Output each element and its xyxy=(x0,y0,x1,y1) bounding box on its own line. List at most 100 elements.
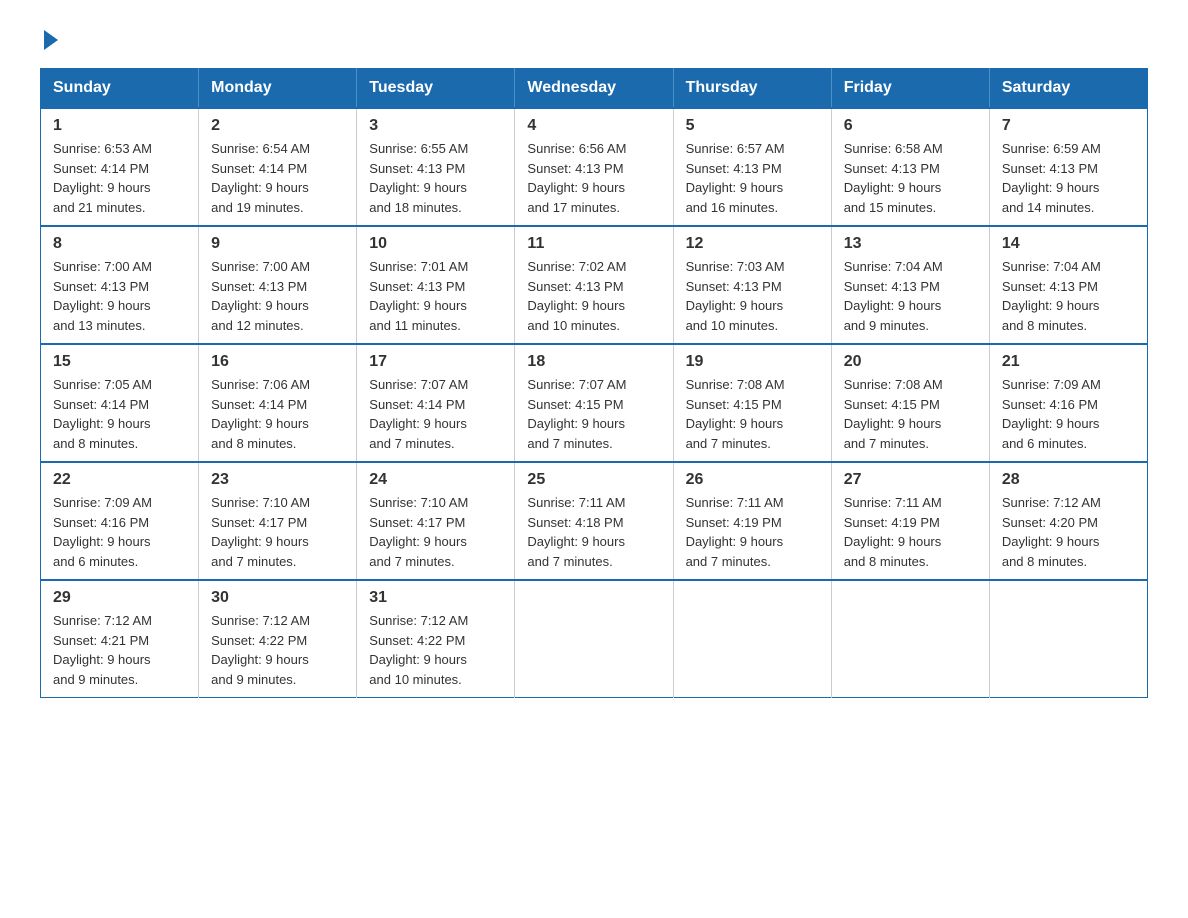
calendar-day-cell: 4 Sunrise: 6:56 AM Sunset: 4:13 PM Dayli… xyxy=(515,108,673,226)
weekday-header-wednesday: Wednesday xyxy=(515,69,673,109)
day-number: 6 xyxy=(844,117,977,135)
calendar-week-row: 22 Sunrise: 7:09 AM Sunset: 4:16 PM Dayl… xyxy=(41,462,1148,580)
calendar-day-cell: 30 Sunrise: 7:12 AM Sunset: 4:22 PM Dayl… xyxy=(199,580,357,698)
day-info: Sunrise: 7:12 AM Sunset: 4:20 PM Dayligh… xyxy=(1002,493,1135,571)
day-number: 15 xyxy=(53,353,186,371)
calendar-day-cell: 24 Sunrise: 7:10 AM Sunset: 4:17 PM Dayl… xyxy=(357,462,515,580)
calendar-day-cell: 10 Sunrise: 7:01 AM Sunset: 4:13 PM Dayl… xyxy=(357,226,515,344)
day-info: Sunrise: 7:10 AM Sunset: 4:17 PM Dayligh… xyxy=(211,493,344,571)
day-info: Sunrise: 6:54 AM Sunset: 4:14 PM Dayligh… xyxy=(211,139,344,217)
calendar-day-cell: 29 Sunrise: 7:12 AM Sunset: 4:21 PM Dayl… xyxy=(41,580,199,698)
day-number: 2 xyxy=(211,117,344,135)
calendar-day-cell xyxy=(989,580,1147,698)
day-number: 9 xyxy=(211,235,344,253)
day-number: 26 xyxy=(686,471,819,489)
calendar-day-cell: 1 Sunrise: 6:53 AM Sunset: 4:14 PM Dayli… xyxy=(41,108,199,226)
day-info: Sunrise: 6:53 AM Sunset: 4:14 PM Dayligh… xyxy=(53,139,186,217)
day-number: 1 xyxy=(53,117,186,135)
day-number: 22 xyxy=(53,471,186,489)
calendar-day-cell: 26 Sunrise: 7:11 AM Sunset: 4:19 PM Dayl… xyxy=(673,462,831,580)
day-number: 27 xyxy=(844,471,977,489)
calendar-day-cell: 7 Sunrise: 6:59 AM Sunset: 4:13 PM Dayli… xyxy=(989,108,1147,226)
calendar-day-cell: 31 Sunrise: 7:12 AM Sunset: 4:22 PM Dayl… xyxy=(357,580,515,698)
day-number: 13 xyxy=(844,235,977,253)
day-number: 17 xyxy=(369,353,502,371)
day-number: 21 xyxy=(1002,353,1135,371)
day-number: 14 xyxy=(1002,235,1135,253)
calendar-header: SundayMondayTuesdayWednesdayThursdayFrid… xyxy=(41,69,1148,109)
calendar-day-cell: 9 Sunrise: 7:00 AM Sunset: 4:13 PM Dayli… xyxy=(199,226,357,344)
weekday-header-saturday: Saturday xyxy=(989,69,1147,109)
calendar-day-cell: 11 Sunrise: 7:02 AM Sunset: 4:13 PM Dayl… xyxy=(515,226,673,344)
day-number: 31 xyxy=(369,589,502,607)
weekday-header-monday: Monday xyxy=(199,69,357,109)
day-info: Sunrise: 7:11 AM Sunset: 4:19 PM Dayligh… xyxy=(686,493,819,571)
day-number: 7 xyxy=(1002,117,1135,135)
day-info: Sunrise: 7:07 AM Sunset: 4:14 PM Dayligh… xyxy=(369,375,502,453)
calendar-day-cell: 15 Sunrise: 7:05 AM Sunset: 4:14 PM Dayl… xyxy=(41,344,199,462)
day-number: 20 xyxy=(844,353,977,371)
calendar-day-cell: 17 Sunrise: 7:07 AM Sunset: 4:14 PM Dayl… xyxy=(357,344,515,462)
day-number: 8 xyxy=(53,235,186,253)
day-info: Sunrise: 7:07 AM Sunset: 4:15 PM Dayligh… xyxy=(527,375,660,453)
weekday-header-row: SundayMondayTuesdayWednesdayThursdayFrid… xyxy=(41,69,1148,109)
calendar-day-cell: 22 Sunrise: 7:09 AM Sunset: 4:16 PM Dayl… xyxy=(41,462,199,580)
day-info: Sunrise: 6:55 AM Sunset: 4:13 PM Dayligh… xyxy=(369,139,502,217)
day-number: 23 xyxy=(211,471,344,489)
day-info: Sunrise: 6:58 AM Sunset: 4:13 PM Dayligh… xyxy=(844,139,977,217)
calendar-week-row: 1 Sunrise: 6:53 AM Sunset: 4:14 PM Dayli… xyxy=(41,108,1148,226)
day-info: Sunrise: 7:04 AM Sunset: 4:13 PM Dayligh… xyxy=(844,257,977,335)
day-number: 12 xyxy=(686,235,819,253)
calendar-day-cell: 14 Sunrise: 7:04 AM Sunset: 4:13 PM Dayl… xyxy=(989,226,1147,344)
day-info: Sunrise: 7:10 AM Sunset: 4:17 PM Dayligh… xyxy=(369,493,502,571)
calendar-week-row: 29 Sunrise: 7:12 AM Sunset: 4:21 PM Dayl… xyxy=(41,580,1148,698)
calendar-week-row: 8 Sunrise: 7:00 AM Sunset: 4:13 PM Dayli… xyxy=(41,226,1148,344)
calendar-table: SundayMondayTuesdayWednesdayThursdayFrid… xyxy=(40,68,1148,698)
day-info: Sunrise: 6:56 AM Sunset: 4:13 PM Dayligh… xyxy=(527,139,660,217)
calendar-day-cell: 20 Sunrise: 7:08 AM Sunset: 4:15 PM Dayl… xyxy=(831,344,989,462)
calendar-day-cell: 8 Sunrise: 7:00 AM Sunset: 4:13 PM Dayli… xyxy=(41,226,199,344)
day-info: Sunrise: 7:03 AM Sunset: 4:13 PM Dayligh… xyxy=(686,257,819,335)
day-number: 18 xyxy=(527,353,660,371)
day-number: 16 xyxy=(211,353,344,371)
calendar-day-cell: 16 Sunrise: 7:06 AM Sunset: 4:14 PM Dayl… xyxy=(199,344,357,462)
calendar-day-cell: 18 Sunrise: 7:07 AM Sunset: 4:15 PM Dayl… xyxy=(515,344,673,462)
day-number: 5 xyxy=(686,117,819,135)
day-number: 10 xyxy=(369,235,502,253)
day-info: Sunrise: 7:09 AM Sunset: 4:16 PM Dayligh… xyxy=(1002,375,1135,453)
logo xyxy=(40,30,58,48)
calendar-day-cell: 23 Sunrise: 7:10 AM Sunset: 4:17 PM Dayl… xyxy=(199,462,357,580)
calendar-body: 1 Sunrise: 6:53 AM Sunset: 4:14 PM Dayli… xyxy=(41,108,1148,698)
calendar-day-cell: 2 Sunrise: 6:54 AM Sunset: 4:14 PM Dayli… xyxy=(199,108,357,226)
day-info: Sunrise: 7:02 AM Sunset: 4:13 PM Dayligh… xyxy=(527,257,660,335)
calendar-day-cell: 13 Sunrise: 7:04 AM Sunset: 4:13 PM Dayl… xyxy=(831,226,989,344)
day-number: 19 xyxy=(686,353,819,371)
day-info: Sunrise: 7:08 AM Sunset: 4:15 PM Dayligh… xyxy=(844,375,977,453)
day-info: Sunrise: 7:11 AM Sunset: 4:19 PM Dayligh… xyxy=(844,493,977,571)
day-info: Sunrise: 7:04 AM Sunset: 4:13 PM Dayligh… xyxy=(1002,257,1135,335)
day-info: Sunrise: 7:06 AM Sunset: 4:14 PM Dayligh… xyxy=(211,375,344,453)
day-info: Sunrise: 7:12 AM Sunset: 4:22 PM Dayligh… xyxy=(369,611,502,689)
day-info: Sunrise: 7:09 AM Sunset: 4:16 PM Dayligh… xyxy=(53,493,186,571)
day-number: 3 xyxy=(369,117,502,135)
day-number: 11 xyxy=(527,235,660,253)
day-number: 30 xyxy=(211,589,344,607)
weekday-header-thursday: Thursday xyxy=(673,69,831,109)
day-info: Sunrise: 7:01 AM Sunset: 4:13 PM Dayligh… xyxy=(369,257,502,335)
day-number: 25 xyxy=(527,471,660,489)
day-info: Sunrise: 7:11 AM Sunset: 4:18 PM Dayligh… xyxy=(527,493,660,571)
weekday-header-sunday: Sunday xyxy=(41,69,199,109)
day-info: Sunrise: 7:05 AM Sunset: 4:14 PM Dayligh… xyxy=(53,375,186,453)
day-info: Sunrise: 7:00 AM Sunset: 4:13 PM Dayligh… xyxy=(211,257,344,335)
calendar-day-cell: 28 Sunrise: 7:12 AM Sunset: 4:20 PM Dayl… xyxy=(989,462,1147,580)
calendar-day-cell: 27 Sunrise: 7:11 AM Sunset: 4:19 PM Dayl… xyxy=(831,462,989,580)
calendar-day-cell: 3 Sunrise: 6:55 AM Sunset: 4:13 PM Dayli… xyxy=(357,108,515,226)
calendar-day-cell xyxy=(831,580,989,698)
day-info: Sunrise: 7:12 AM Sunset: 4:21 PM Dayligh… xyxy=(53,611,186,689)
calendar-day-cell: 19 Sunrise: 7:08 AM Sunset: 4:15 PM Dayl… xyxy=(673,344,831,462)
calendar-day-cell xyxy=(515,580,673,698)
calendar-day-cell: 21 Sunrise: 7:09 AM Sunset: 4:16 PM Dayl… xyxy=(989,344,1147,462)
day-number: 4 xyxy=(527,117,660,135)
day-number: 28 xyxy=(1002,471,1135,489)
logo-triangle-icon xyxy=(44,30,58,50)
